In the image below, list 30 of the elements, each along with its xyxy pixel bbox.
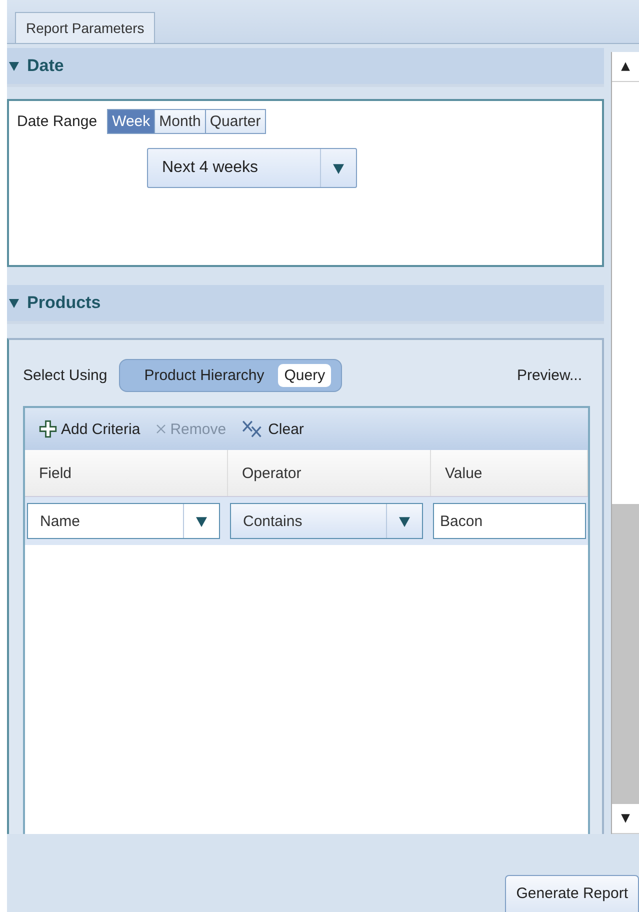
- vertical-scrollbar[interactable]: [611, 52, 639, 834]
- operator-dropdown[interactable]: Contains: [230, 503, 423, 539]
- date-range-label: Date Range: [17, 113, 98, 130]
- dropdown-arrow-icon: [333, 162, 344, 174]
- column-header[interactable]: Operator: [228, 450, 431, 496]
- field-dropdown[interactable]: Name: [27, 503, 220, 539]
- report-parameters-tab[interactable]: Report Parameters: [15, 12, 156, 43]
- add-criteria-button[interactable]: Add Criteria: [39, 420, 140, 438]
- scrollbar-thumb[interactable]: [612, 504, 639, 804]
- collapse-triangle-icon: [9, 298, 19, 308]
- collapse-triangle-icon: [9, 61, 19, 71]
- dropdown-arrow-icon: [399, 516, 410, 526]
- range-option[interactable]: Month: [154, 110, 205, 133]
- plus-icon: [39, 420, 57, 438]
- value-input-field[interactable]: Bacon: [433, 503, 586, 539]
- column-header[interactable]: Field: [25, 450, 228, 496]
- section-header[interactable]: Products: [7, 285, 604, 324]
- range-option[interactable]: Quarter: [204, 110, 265, 133]
- column-header[interactable]: Value: [431, 450, 588, 496]
- generate-report-button[interactable]: Generate Report: [505, 875, 639, 912]
- selection-option[interactable]: Query: [278, 364, 332, 386]
- preview-link[interactable]: Preview...: [516, 366, 582, 384]
- select-using-label: Select Using: [23, 366, 108, 384]
- range-option[interactable]: Week: [108, 110, 154, 133]
- clear-criteria-button[interactable]: Clear: [242, 420, 304, 438]
- period-dropdown[interactable]: Next 4 weeks: [147, 148, 357, 188]
- selection-option[interactable]: Product Hierarchy: [138, 364, 270, 386]
- cross-icon: [156, 424, 166, 434]
- section-header[interactable]: Date: [7, 48, 604, 87]
- dropdown-arrow-icon: [196, 516, 207, 526]
